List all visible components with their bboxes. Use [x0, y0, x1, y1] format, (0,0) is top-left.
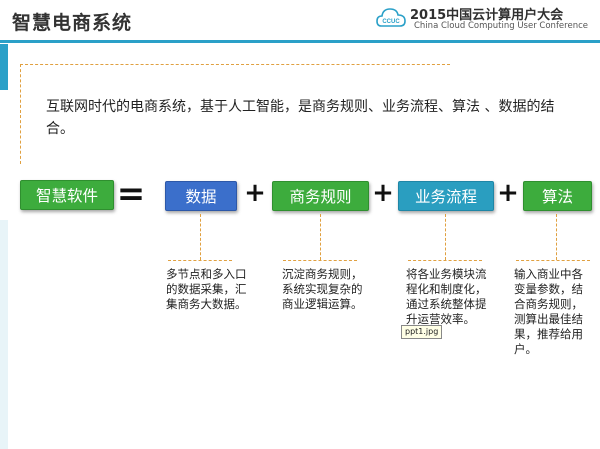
connector-line	[320, 214, 321, 260]
conference-subtitle: China Cloud Computing User Conference	[414, 21, 588, 31]
data-description: 多节点和多入口的数据采集，汇集商务大数据。	[166, 267, 247, 311]
frame-dashed-line	[20, 64, 21, 164]
plus-sign: +	[372, 178, 394, 208]
intro-text: 互联网时代的电商系统，基于人工智能，是商务规则、业务流程、算法 、数据的结合。	[46, 99, 555, 137]
connector-line	[168, 260, 232, 261]
plus-sign: +	[244, 178, 266, 208]
business-rules-box: 商务规则	[272, 181, 369, 211]
algorithm-box: 算法	[523, 181, 592, 211]
connector-line	[200, 214, 201, 260]
header-divider	[0, 40, 600, 43]
side-accent-bar-light	[0, 220, 8, 449]
page-title: 智慧电商系统	[12, 12, 133, 34]
smart-software-box: 智慧软件	[20, 180, 114, 210]
equals-sign: =	[116, 174, 146, 214]
plus-sign: +	[497, 178, 519, 208]
connector-line	[516, 260, 590, 261]
frame-dashed-line	[20, 64, 450, 65]
side-accent-bar	[0, 44, 8, 90]
logo-text: CCUC	[382, 19, 400, 25]
connector-line	[283, 260, 357, 261]
ccuc-cloud-logo: CCUC	[376, 8, 406, 27]
file-tooltip: ppt1.jpg	[401, 325, 443, 339]
business-process-box: 业务流程	[398, 181, 494, 211]
data-box: 数据	[165, 181, 237, 211]
algorithm-description: 输入商业中各变量参数，结合商务规则，测算出最佳结果，推荐给用户。	[514, 267, 583, 356]
business-process-description: 将各业务模块流程化和制度化，通过系统整体提升运营效率。	[406, 267, 487, 326]
connector-line	[445, 214, 446, 260]
connector-line	[556, 214, 557, 260]
connector-line	[408, 260, 482, 261]
business-rules-description: 沉淀商务规则，系统实现复杂的商业逻辑运算。	[282, 267, 363, 311]
